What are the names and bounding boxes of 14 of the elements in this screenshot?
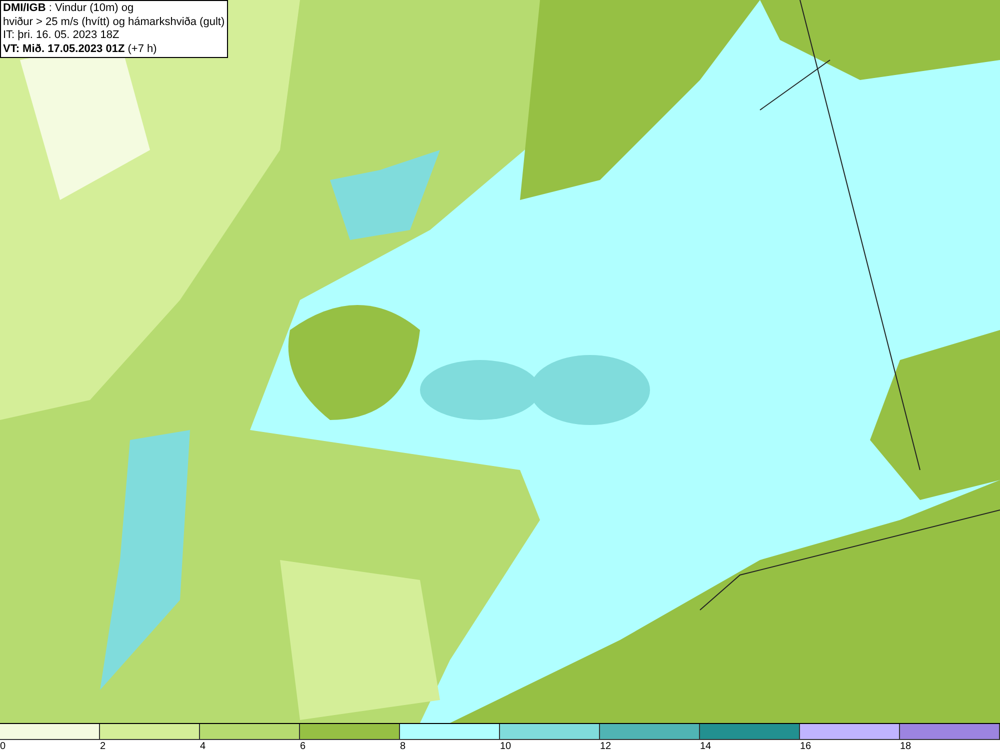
info-text: DMI/IGB : Vindur (10m) og	[3, 2, 135, 16]
scale-label: 16	[799, 740, 812, 753]
scale-label: 18	[899, 740, 912, 753]
scale-label: 2	[99, 740, 106, 753]
scale-label: 6	[299, 740, 306, 753]
info-text: hviður > 25 m/s (hvítt) og hámarkshviða (gult)	[3, 16, 225, 29]
scale-label: 0	[0, 740, 6, 753]
scale-label: 4	[199, 740, 206, 753]
info-text: IT: þri. 16. 05. 2023 18Z	[3, 29, 120, 42]
scale-label: 10	[499, 740, 512, 753]
scale-label: 8	[399, 740, 406, 753]
info-text: VT: Mið. 17.05.2023 01Z (+7 h)	[3, 42, 158, 56]
scale-label: 14	[699, 740, 712, 753]
scale-label: 12	[599, 740, 612, 753]
